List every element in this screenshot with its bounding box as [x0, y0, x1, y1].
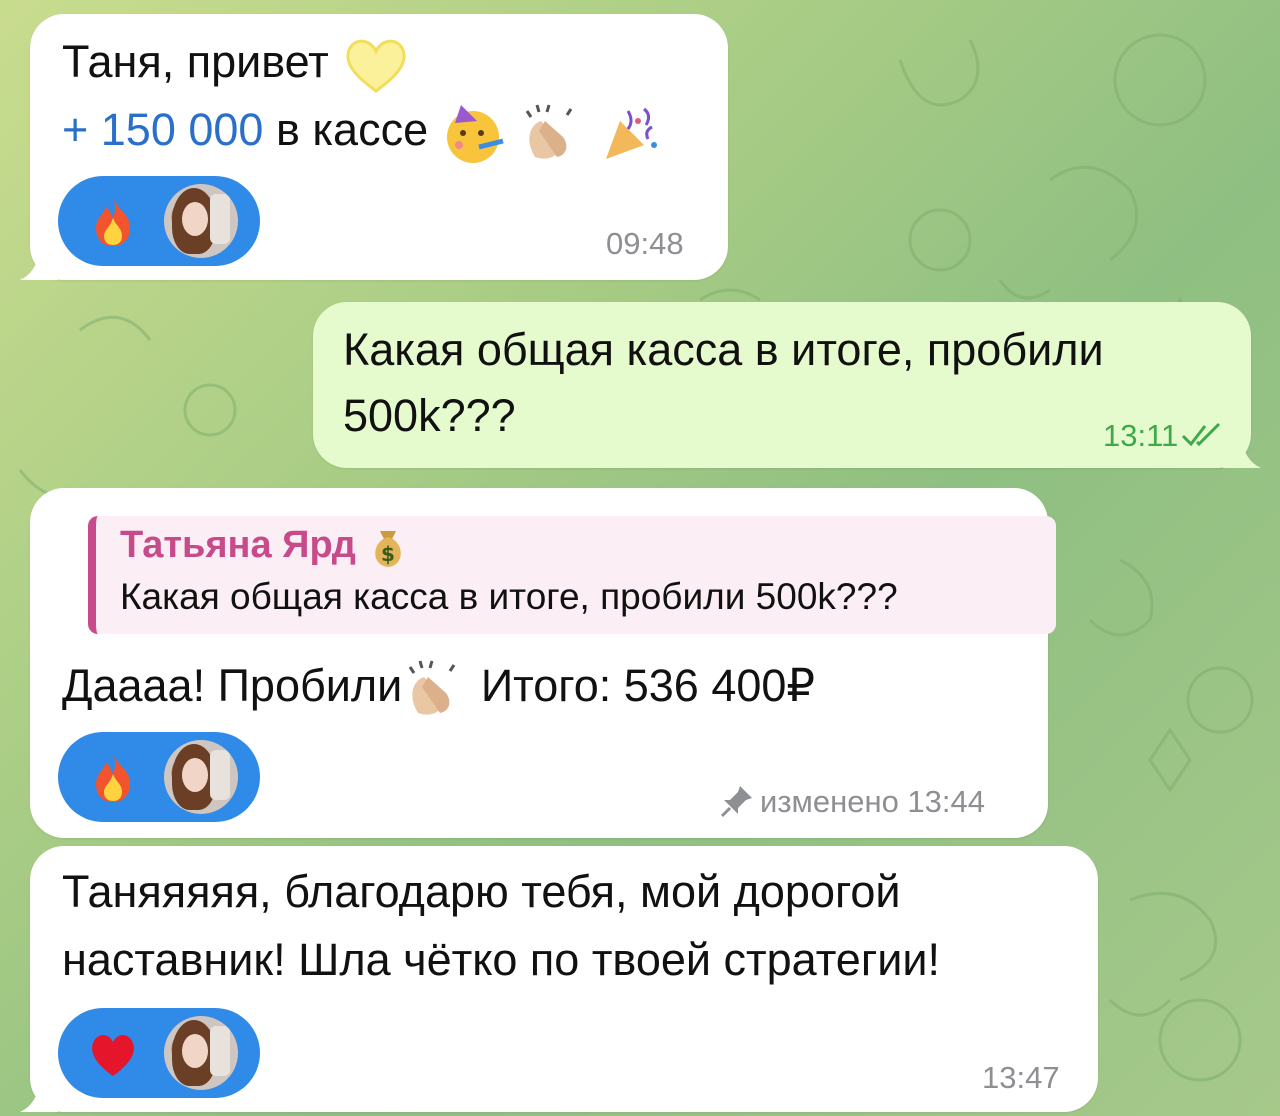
message-text-line2: наставник! Шла чётко по твоей стратегии! [62, 934, 941, 985]
fire-icon [96, 754, 130, 802]
bubble-tail [20, 1078, 58, 1112]
double-check-icon [1181, 422, 1221, 447]
reply-author: Татьяна Ярд [120, 524, 356, 566]
clapping-hands-icon [409, 660, 456, 715]
party-popper-icon [605, 107, 657, 160]
yellow-heart-icon [346, 39, 406, 93]
partying-face-icon [446, 105, 504, 164]
message-text-line1: Какая общая касса в итоге, пробили [343, 324, 1104, 375]
edited-label: изменено 13:44 [760, 784, 985, 819]
reaction-pill[interactable] [58, 732, 260, 822]
clapping-hands-icon [525, 104, 573, 159]
message-text-line1: Таня, привет [62, 36, 329, 87]
message-text-line2: в кассе [275, 104, 429, 155]
fire-icon [96, 198, 130, 246]
message-text-after: Итого: 536 400₽ [480, 660, 816, 711]
reaction-pill[interactable] [58, 176, 260, 266]
reactor-avatar [164, 184, 238, 258]
message-bubble-incoming-2[interactable]: Татьяна Ярд $ Какая общая касса в итоге,… [30, 488, 1056, 838]
reactor-avatar [164, 740, 238, 814]
reply-text: Какая общая касса в итоге, пробили 500k?… [120, 576, 898, 617]
message-text-line2: 500k??? [343, 390, 516, 441]
message-time: 13:11 [1103, 418, 1179, 453]
red-heart-icon [92, 1034, 134, 1076]
svg-text:$: $ [381, 542, 395, 566]
money-bag-icon: $ [375, 530, 402, 567]
reactor-avatar [164, 1016, 238, 1090]
bubble-tail [1223, 434, 1261, 468]
bubble-tail [20, 246, 58, 280]
reply-quote[interactable]: Татьяна Ярд $ Какая общая касса в итоге,… [88, 516, 1056, 634]
message-bubble-incoming-1[interactable]: Таня, привет + 150 000 в кассе 09:48 [20, 14, 728, 280]
pin-icon [720, 786, 752, 818]
message-text-before: Даааа! Пробили [62, 660, 403, 711]
message-bubble-incoming-3[interactable]: Таняяяяя, благодарю тебя, мой дорогой на… [20, 846, 1098, 1112]
amount-link[interactable]: + 150 000 [62, 104, 263, 155]
message-text-line1: Таняяяяя, благодарю тебя, мой дорогой [62, 866, 901, 917]
message-time: 09:48 [606, 226, 684, 261]
message-time: 13:47 [982, 1060, 1060, 1095]
reaction-pill[interactable] [58, 1008, 260, 1098]
message-bubble-outgoing-1[interactable]: Какая общая касса в итоге, пробили 500k?… [313, 302, 1261, 468]
